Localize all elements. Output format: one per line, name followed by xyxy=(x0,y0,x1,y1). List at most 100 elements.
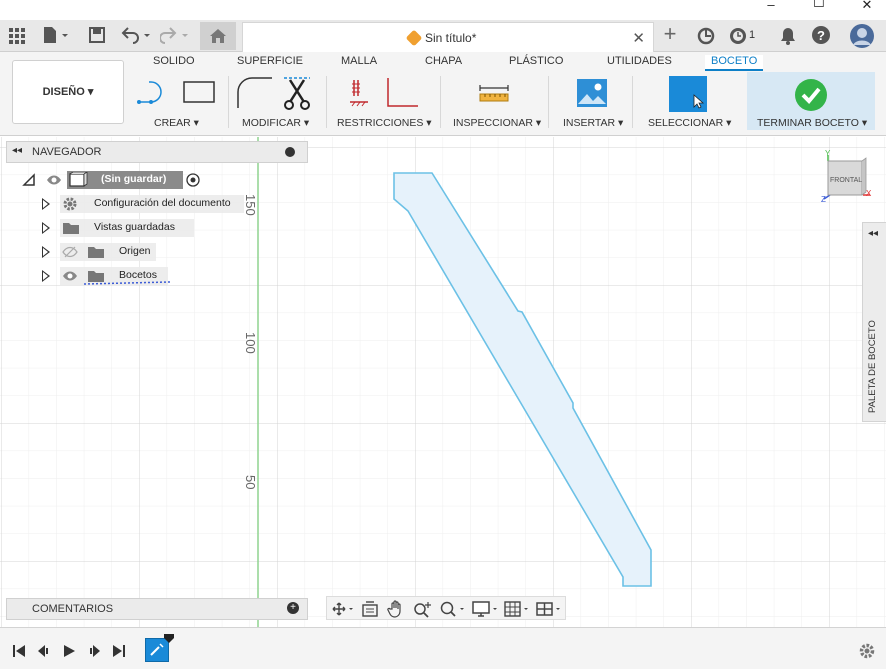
bell-icon[interactable] xyxy=(779,26,797,46)
go-to-end-icon[interactable] xyxy=(112,644,126,658)
tab-superficie[interactable]: SUPERFICIE xyxy=(237,55,303,67)
redo-icon[interactable] xyxy=(160,26,194,44)
tab-boceto[interactable]: BOCETO xyxy=(705,55,764,71)
viewcube-frontal-label: FRONTAL xyxy=(830,177,863,184)
trim-scissors-icon[interactable] xyxy=(280,76,314,112)
ribbon-separator xyxy=(548,76,549,128)
sketch-palette-tab[interactable]: ◂◂ PALETA DE BOCETO xyxy=(862,222,886,422)
collapse-triangle-icon[interactable] xyxy=(22,173,36,187)
measure-icon[interactable] xyxy=(478,84,510,104)
go-to-start-icon[interactable] xyxy=(12,644,26,658)
ribbon-separator xyxy=(632,76,633,128)
expand-arrow-icon[interactable] xyxy=(42,222,50,234)
tab-chapa[interactable]: CHAPA xyxy=(425,55,462,67)
add-comment-icon[interactable]: + xyxy=(287,602,299,614)
axis-y-label: Y xyxy=(825,149,831,158)
navigator-options-icon[interactable] xyxy=(285,147,295,157)
timeline xyxy=(0,627,886,669)
expand-arrow-icon[interactable] xyxy=(42,270,50,282)
pan-hand-icon[interactable] xyxy=(387,600,405,618)
close-tab-icon[interactable]: ✕ xyxy=(632,29,645,47)
plus-icon: + xyxy=(663,21,677,46)
folder-icon xyxy=(88,247,104,258)
eye-icon[interactable] xyxy=(46,173,62,187)
fit-zoom-icon[interactable] xyxy=(439,600,467,618)
tab-utilidades[interactable]: UTILIDADES xyxy=(607,55,672,67)
eye-hidden-icon[interactable] xyxy=(62,245,78,259)
tree-item-origin[interactable]: Origen xyxy=(40,243,170,261)
step-back-icon[interactable] xyxy=(36,644,52,658)
group-modify-label[interactable]: MODIFICAR ▾ xyxy=(242,117,309,129)
tree-item-saved-views[interactable]: Vistas guardadas xyxy=(40,219,200,237)
viewports-icon[interactable] xyxy=(535,600,565,618)
orbit-icon[interactable] xyxy=(331,601,355,617)
group-inspect-label[interactable]: INSPECCIONAR ▾ xyxy=(453,117,541,129)
workspace-design-button[interactable]: DISEÑO ▾ xyxy=(12,60,124,124)
axis-x-label: X xyxy=(866,189,872,198)
close-window-button[interactable]: ✕ xyxy=(852,0,882,18)
sketch-palette-label: PALETA DE BOCETO xyxy=(867,320,878,413)
navigator-title: NAVEGADOR xyxy=(32,146,102,158)
root-label: (Sin guardar) xyxy=(101,173,167,185)
comments-bar[interactable]: COMENTARIOS + xyxy=(6,598,308,620)
line-tool-icon[interactable] xyxy=(136,80,176,106)
checkmark-icon xyxy=(795,79,827,111)
fillet-tool-icon[interactable] xyxy=(236,76,274,110)
group-insert-label[interactable]: INSERTAR ▾ xyxy=(563,117,623,129)
insert-image-icon[interactable] xyxy=(576,78,608,108)
look-at-icon[interactable] xyxy=(361,600,379,618)
refresh-icon[interactable] xyxy=(696,26,716,46)
timeline-settings-gear-icon[interactable] xyxy=(858,642,876,660)
avatar[interactable] xyxy=(849,23,875,49)
tree-root[interactable]: (Sin guardar) xyxy=(20,171,210,189)
expand-arrow-icon[interactable] xyxy=(42,246,50,258)
document-cube-icon xyxy=(405,29,423,47)
clock-icon[interactable] xyxy=(728,26,748,46)
new-tab-button[interactable]: + xyxy=(657,22,683,46)
select-tool-button[interactable] xyxy=(669,76,707,112)
tab-solido[interactable]: SOLIDO xyxy=(153,55,195,67)
grid-icon[interactable] xyxy=(9,28,25,44)
component-icon xyxy=(69,172,88,187)
navigator-header[interactable]: ◂◂ NAVEGADOR xyxy=(6,141,308,163)
coincident-constraint-icon[interactable] xyxy=(348,78,372,108)
activate-radio-icon[interactable] xyxy=(186,173,200,187)
cursor-arrow-icon xyxy=(693,94,705,109)
grid-settings-icon[interactable] xyxy=(503,600,533,618)
gear-icon xyxy=(63,197,77,211)
ruler-label-150: 150 xyxy=(243,194,258,216)
comments-label: COMENTARIOS xyxy=(32,603,114,615)
tree-item-sketches[interactable]: Bocetos xyxy=(40,267,180,285)
zoom-icon[interactable] xyxy=(413,600,433,618)
maximize-button[interactable]: ☐ xyxy=(804,0,834,16)
timeline-marker[interactable] xyxy=(164,634,176,644)
help-icon[interactable]: ? xyxy=(811,25,831,45)
sketch-underline xyxy=(84,281,170,285)
play-icon[interactable] xyxy=(62,644,76,658)
axis-z-label: Z xyxy=(821,195,826,204)
group-create-label[interactable]: CREAR ▾ xyxy=(154,117,199,129)
minimize-button[interactable]: – xyxy=(756,0,786,18)
group-select-label[interactable]: SELECCIONAR ▾ xyxy=(648,117,731,129)
file-icon[interactable] xyxy=(42,26,72,44)
ribbon-separator xyxy=(326,76,327,128)
collapse-panel-icon[interactable]: ◂◂ xyxy=(12,145,22,156)
perpendicular-constraint-icon[interactable] xyxy=(384,76,420,110)
step-forward-icon[interactable] xyxy=(86,644,102,658)
finish-sketch-label[interactable]: TERMINAR BOCETO ▾ xyxy=(757,117,867,129)
tree-item-document-settings[interactable]: Configuración del documento xyxy=(40,195,244,213)
tab-plastico[interactable]: PLÁSTICO xyxy=(509,55,563,67)
tab-malla[interactable]: MALLA xyxy=(341,55,377,67)
undo-icon[interactable] xyxy=(120,26,154,44)
eye-icon[interactable] xyxy=(62,269,78,283)
document-tab[interactable]: Sin título* ✕ xyxy=(242,22,654,52)
home-button[interactable] xyxy=(200,22,236,50)
expand-arrow-icon[interactable] xyxy=(42,198,50,210)
display-settings-icon[interactable] xyxy=(471,600,501,618)
group-constraints-label[interactable]: RESTRICCIONES ▾ xyxy=(337,117,432,129)
expand-palette-icon[interactable]: ◂◂ xyxy=(868,228,878,239)
save-icon[interactable] xyxy=(88,26,106,44)
ribbon: SOLIDO SUPERFICIE MALLA CHAPA PLÁSTICO U… xyxy=(0,52,886,136)
navigation-toolbar xyxy=(326,596,566,620)
rectangle-tool-icon[interactable] xyxy=(182,80,216,106)
